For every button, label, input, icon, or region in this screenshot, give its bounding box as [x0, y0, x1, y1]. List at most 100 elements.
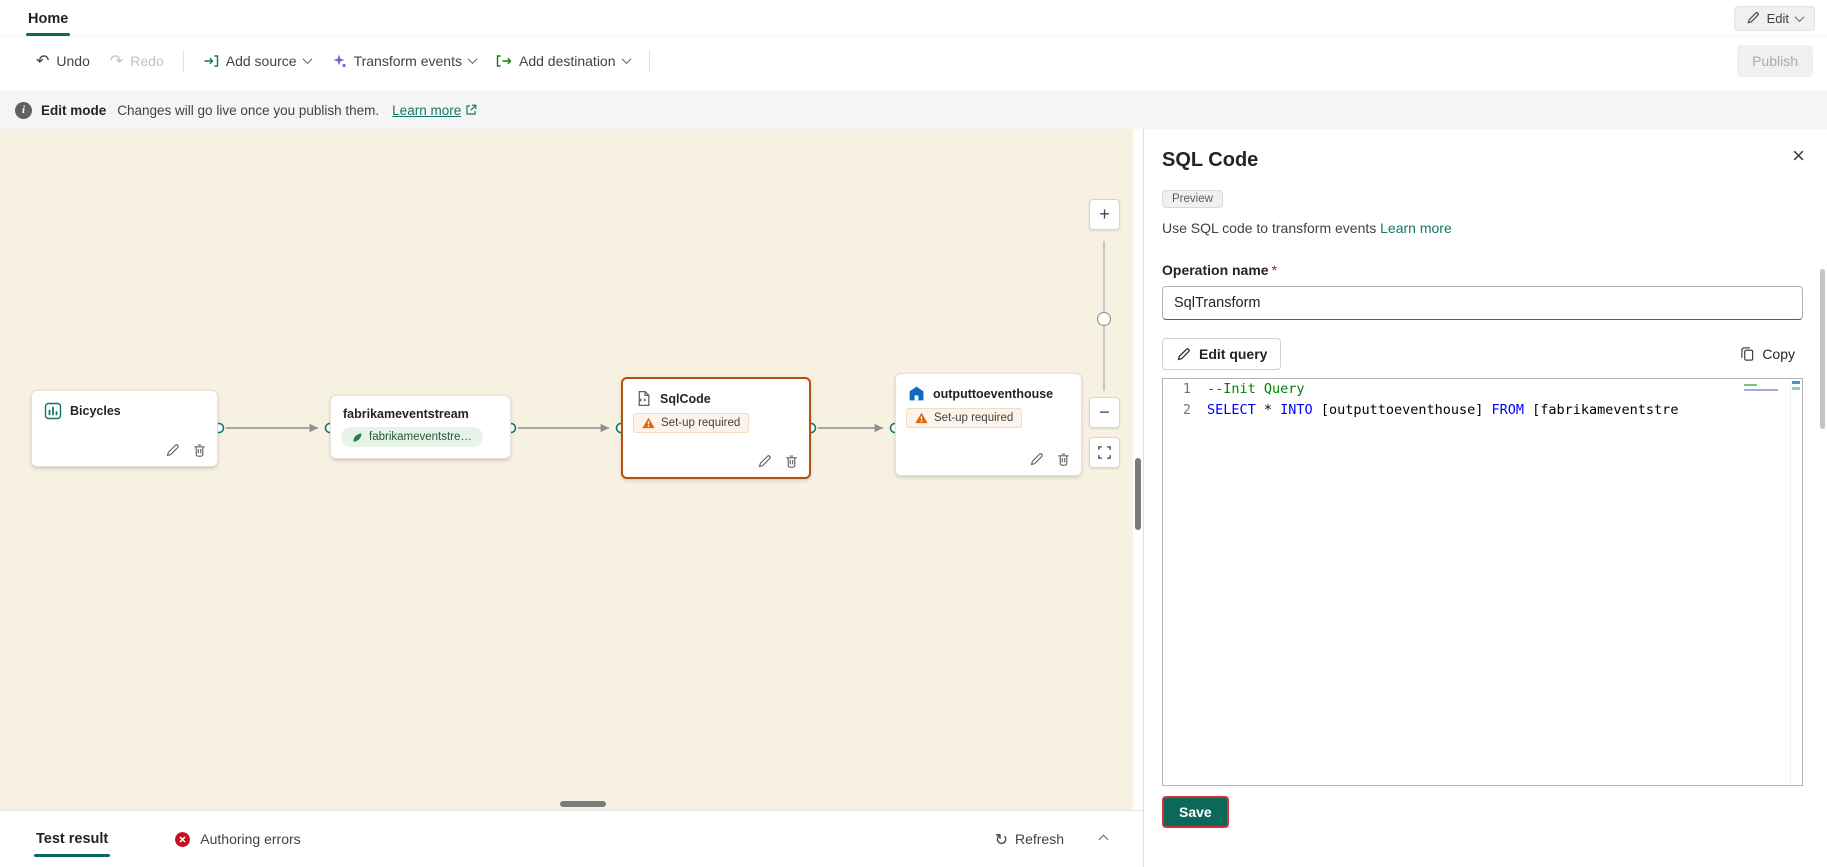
vertical-scrollbar-track[interactable] [1133, 129, 1143, 810]
zoom-in-button[interactable]: + [1089, 199, 1120, 230]
node-eventstream[interactable]: fabrikameventstream fabrikameventstre… [330, 395, 511, 459]
eventstream-editor-window: Home Edit ↶ Undo ↷ Redo Add source Trans… [0, 0, 1827, 867]
status-badge: Set-up required [633, 413, 749, 433]
stream-pill[interactable]: fabrikameventstre… [341, 427, 483, 447]
sql-code-icon [635, 390, 652, 407]
code-lines: 1--Init Query2SELECT * INTO [outputtoeve… [1163, 379, 1802, 421]
learn-more-label: Learn more [392, 103, 461, 118]
pencil-icon [1176, 347, 1191, 362]
status-badge-label: Set-up required [934, 412, 1013, 424]
copy-label: Copy [1762, 346, 1795, 362]
node-sqlcode[interactable]: SqlCode Set-up required [621, 377, 811, 479]
undo-icon: ↶ [36, 53, 49, 69]
refresh-button[interactable]: ↻ Refresh [995, 830, 1064, 849]
status-badge-label: Set-up required [661, 417, 740, 429]
info-icon: i [15, 102, 32, 119]
undo-label: Undo [56, 53, 89, 69]
refresh-label: Refresh [1015, 831, 1064, 847]
external-link-icon [465, 104, 477, 116]
undo-button[interactable]: ↶ Undo [26, 46, 100, 76]
node-label: fabrikameventstream [343, 407, 469, 421]
code-line[interactable]: 2SELECT * INTO [outputtoeventhouse] FROM… [1163, 400, 1802, 421]
tab-home[interactable]: Home [23, 1, 73, 36]
line-content: SELECT * INTO [outputtoeventhouse] FROM … [1207, 400, 1678, 421]
status-badge: Set-up required [906, 408, 1022, 428]
ribbon-toolbar: ↶ Undo ↷ Redo Add source Transform event… [0, 37, 1827, 84]
sql-code-panel: × SQL Code Preview Use SQL code to trans… [1143, 129, 1827, 867]
node-label: Bicycles [70, 404, 121, 418]
node-label: outputtoeventhouse [933, 387, 1053, 401]
stream-pill-label: fabrikameventstre… [369, 431, 472, 443]
eventstream-canvas[interactable]: Bicycles fabrikameventstream [0, 129, 1133, 810]
edit-mode-label: Edit [1767, 11, 1789, 26]
test-result-label: Test result [36, 831, 108, 847]
line-number: 2 [1163, 400, 1207, 421]
editor-overview-ruler[interactable] [1790, 379, 1802, 785]
redo-button[interactable]: ↷ Redo [100, 46, 174, 76]
tab-authoring-errors[interactable]: Authoring errors [174, 831, 300, 848]
code-line[interactable]: 1--Init Query [1163, 379, 1802, 400]
node-bicycles[interactable]: Bicycles [31, 390, 218, 467]
query-actions-row: Edit query Copy [1162, 338, 1803, 370]
add-destination-label: Add destination [519, 53, 616, 69]
delete-node-icon[interactable] [192, 443, 207, 458]
chevron-down-icon [302, 54, 312, 64]
transform-events-label: Transform events [354, 53, 462, 69]
bottom-status-bar: Test result Authoring errors ↻ Refresh [0, 810, 1143, 867]
editor-minimap [1744, 382, 1786, 391]
node-eventhouse[interactable]: outputtoeventhouse Set-up required [895, 373, 1082, 476]
authoring-errors-label: Authoring errors [200, 831, 300, 847]
line-number: 1 [1163, 379, 1207, 400]
eventstream-icon [352, 432, 363, 443]
redo-icon: ↷ [110, 53, 123, 69]
tab-home-label: Home [28, 11, 68, 27]
add-destination-icon [496, 53, 512, 69]
warning-icon [915, 412, 928, 424]
sql-code-editor[interactable]: 1--Init Query2SELECT * INTO [outputtoeve… [1162, 378, 1803, 786]
publish-button[interactable]: Publish [1737, 45, 1813, 77]
panel-learn-more-link[interactable]: Learn more [1380, 220, 1452, 236]
line-content: --Init Query [1207, 379, 1305, 400]
delete-node-icon[interactable] [784, 454, 799, 469]
sample-data-icon [44, 402, 62, 420]
operation-name-input[interactable] [1162, 286, 1803, 320]
main-area: Bicycles fabrikameventstream [0, 129, 1827, 867]
transform-events-button[interactable]: Transform events [321, 46, 486, 76]
panel-scrollbar-thumb[interactable] [1820, 269, 1825, 429]
copy-button[interactable]: Copy [1732, 340, 1803, 368]
canvas-area: Bicycles fabrikameventstream [0, 129, 1143, 810]
chevron-down-icon [621, 54, 631, 64]
fit-to-screen-icon [1097, 445, 1112, 460]
vertical-scrollbar-thumb[interactable] [1135, 458, 1141, 530]
operation-name-label: Operation name* [1162, 262, 1803, 278]
warning-icon [642, 417, 655, 429]
zoom-slider-handle[interactable] [1097, 312, 1111, 326]
edit-node-icon[interactable] [757, 454, 772, 469]
collapse-panel-button[interactable] [1094, 824, 1113, 854]
banner-learn-more-link[interactable]: Learn more [392, 103, 477, 118]
add-source-button[interactable]: Add source [193, 46, 321, 76]
horizontal-scrollbar-thumb[interactable] [560, 801, 606, 807]
close-panel-button[interactable]: × [1792, 145, 1805, 167]
add-source-label: Add source [226, 53, 297, 69]
chevron-up-icon [1099, 835, 1109, 845]
zoom-out-button[interactable]: − [1089, 397, 1120, 428]
redo-label: Redo [130, 53, 163, 69]
delete-node-icon[interactable] [1056, 452, 1071, 467]
edit-query-button[interactable]: Edit query [1162, 338, 1281, 370]
edit-mode-dropdown-button[interactable]: Edit [1734, 6, 1815, 31]
tab-test-result[interactable]: Test result [34, 812, 110, 866]
fit-to-screen-button[interactable] [1089, 437, 1120, 468]
edit-node-icon[interactable] [165, 443, 180, 458]
panel-description: Use SQL code to transform events Learn m… [1162, 220, 1803, 236]
node-label: SqlCode [660, 392, 711, 406]
banner-message: Changes will go live once you publish th… [117, 103, 379, 118]
copy-icon [1740, 346, 1755, 362]
banner-title: Edit mode [41, 103, 106, 118]
edit-node-icon[interactable] [1029, 452, 1044, 467]
error-icon [174, 831, 191, 848]
eventhouse-icon [908, 385, 925, 402]
save-button[interactable]: Save [1162, 796, 1229, 828]
add-destination-button[interactable]: Add destination [486, 46, 640, 76]
edit-mode-banner: i Edit mode Changes will go live once yo… [0, 91, 1827, 129]
